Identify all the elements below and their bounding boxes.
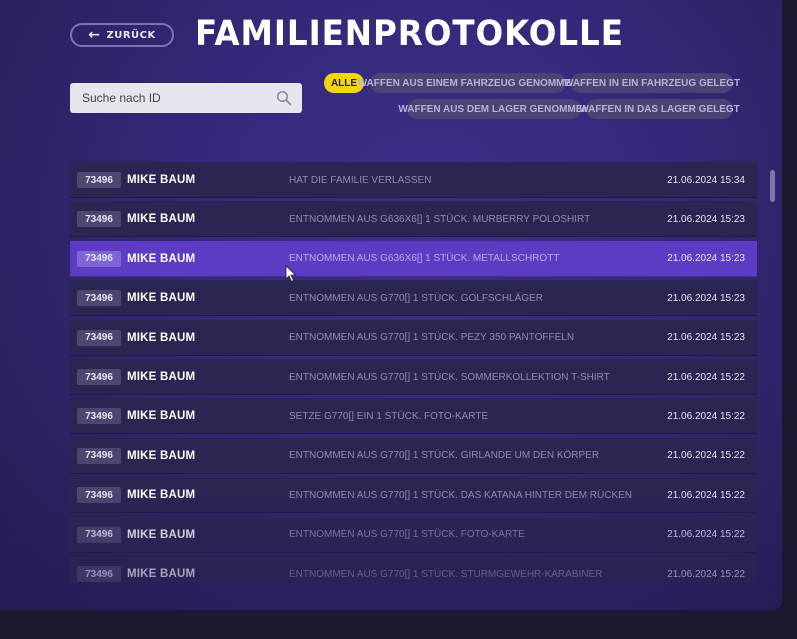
family-logs-panel: ← ZURÜCK FAMILIENPROTOKOLLE ALLE WAFFEN … xyxy=(0,0,782,610)
scrollbar[interactable] xyxy=(770,142,776,582)
player-name: MIKE BAUM xyxy=(127,252,196,265)
player-name: MIKE BAUM xyxy=(127,371,196,383)
player-id-badge: 73496 xyxy=(77,447,121,464)
player-id-badge: 73496 xyxy=(77,290,121,307)
player-name: MIKE BAUM xyxy=(127,213,196,226)
player-name: MIKE BAUM xyxy=(127,528,196,541)
log-row[interactable]: 73496 MIKE BAUM ENTNOMMEN AUS G636X6[] 1 S… xyxy=(70,201,757,238)
log-date: 21.06.2024 15:22 xyxy=(667,489,745,501)
search-input[interactable] xyxy=(80,90,276,106)
log-date: 21.06.2024 15:34 xyxy=(667,174,745,186)
search-box[interactable] xyxy=(70,83,302,113)
player-name: MIKE BAUM xyxy=(127,568,196,580)
log-row[interactable]: 73496 MIKE BAUM ENTNOMMEN AUS G770[] 1 STÜ… xyxy=(70,280,757,317)
log-row[interactable]: 73496 MIKE BAUM SETZE G770[] EIN 1 STÜCK. … xyxy=(70,398,757,435)
log-row[interactable]: 73496 MIKE BAUM HAT DIE FAMILIE VERLASSEN 2… xyxy=(70,162,757,198)
player-name: MIKE BAUM xyxy=(127,174,196,186)
log-date: 21.06.2024 15:22 xyxy=(667,371,745,383)
log-row[interactable]: 73496 MIKE BAUM ENTNOMMEN AUS G770[] 1 STÜ… xyxy=(70,437,757,474)
player-name: MIKE BAUM xyxy=(127,292,196,305)
log-row[interactable]: 73496 MIKE BAUM ENTNOMMEN AUS G770[] 1 STÜ… xyxy=(70,319,757,356)
log-action: HAT DIE FAMILIE VERLASSEN xyxy=(289,174,432,186)
log-action: ENTNOMMEN AUS G636X6[] 1 STÜCK. MURBERRY… xyxy=(289,213,591,225)
filter-chip-weapons-from-storage[interactable]: WAFFEN AUS DEM LAGER GENOMMEN xyxy=(398,99,590,119)
filter-chip-weapons-into-storage[interactable]: WAFFEN IN DAS LAGER GELEGT xyxy=(579,99,740,119)
log-date: 21.06.2024 15:22 xyxy=(667,568,745,580)
log-row[interactable]: 73496 MIKE BAUM ENTNOMMEN AUS G770[] 1 STÜ… xyxy=(70,359,757,395)
filter-chip-weapons-from-vehicle[interactable]: WAFFEN AUS EINEM FAHRZEUG GENOMMEN xyxy=(358,73,578,93)
log-action: ENTNOMMEN AUS G770[] 1 STÜCK. STURMGEWEH… xyxy=(289,568,603,580)
log-date: 21.06.2024 15:23 xyxy=(667,253,745,265)
player-id-badge: 73496 xyxy=(77,408,121,425)
log-date: 21.06.2024 15:22 xyxy=(667,410,745,422)
back-button-label: ZURÜCK xyxy=(106,29,156,41)
log-row[interactable]: 73496 MIKE BAUM ENTNOMMEN AUS G770[] 1 STÜ… xyxy=(70,477,757,514)
player-name: MIKE BAUM xyxy=(127,410,196,423)
log-action: ENTNOMMEN AUS G770[] 1 STÜCK. GOLFSCHLÄG… xyxy=(289,292,543,304)
player-id-badge: 73496 xyxy=(77,329,121,346)
scrollbar-thumb[interactable] xyxy=(770,170,775,202)
log-action: ENTNOMMEN AUS G770[] 1 STÜCK. SOMMERKOLL… xyxy=(289,371,610,383)
log-date: 21.06.2024 15:23 xyxy=(667,332,745,344)
player-name: MIKE BAUM xyxy=(127,449,196,462)
log-action: ENTNOMMEN AUS G770[] 1 STÜCK. DAS KATANA… xyxy=(289,489,633,501)
log-action: ENTNOMMEN AUS G770[] 1 STÜCK. GIRLANDE U… xyxy=(289,450,600,462)
search-icon[interactable] xyxy=(276,90,292,106)
log-row[interactable]: 73496 MIKE BAUM ENTNOMMEN AUS G636X6[] 1 S… xyxy=(70,240,757,277)
player-id-badge: 73496 xyxy=(77,526,121,543)
mouse-cursor-icon xyxy=(285,265,297,283)
arrow-left-icon: ← xyxy=(88,27,101,43)
log-list[interactable]: 73496 MIKE BAUM HAT DIE FAMILIE VERLASSEN 2… xyxy=(70,142,757,582)
log-action: ENTNOMMEN AUS G770[] 1 STÜCK. FOTO-KARTE xyxy=(289,529,525,541)
filter-chip-weapons-into-vehicle[interactable]: WAFFEN IN EIN FAHRZEUG GELEGT xyxy=(564,73,740,93)
log-action: ENTNOMMEN AUS G770[] 1 STÜCK. PEZY 350 P… xyxy=(289,332,575,344)
player-id-badge: 73496 xyxy=(77,172,121,188)
player-id-badge: 73496 xyxy=(77,250,121,267)
log-row[interactable]: 73496 MIKE BAUM ENTNOMMEN AUS G770[] 1 STÜ… xyxy=(70,556,757,582)
player-name: MIKE BAUM xyxy=(127,489,196,502)
player-id-badge: 73496 xyxy=(77,487,121,504)
player-name: MIKE BAUM xyxy=(127,331,196,344)
log-date: 21.06.2024 15:23 xyxy=(667,292,745,304)
log-date: 21.06.2024 15:22 xyxy=(667,529,745,541)
player-id-badge: 73496 xyxy=(77,566,121,582)
player-id-badge: 73496 xyxy=(77,211,121,228)
log-date: 21.06.2024 15:23 xyxy=(667,213,745,225)
page-title: FAMILIENPROTOKOLLE xyxy=(195,14,624,54)
log-row[interactable]: 73496 MIKE BAUM ENTNOMMEN AUS G770[] 1 STÜ… xyxy=(70,516,757,553)
player-id-badge: 73496 xyxy=(77,369,121,385)
log-action: ENTNOMMEN AUS G636X6[] 1 STÜCK. METALLSC… xyxy=(289,253,560,265)
log-action: SETZE G770[] EIN 1 STÜCK. FOTO-KARTE xyxy=(289,410,489,422)
log-date: 21.06.2024 15:22 xyxy=(667,450,745,462)
back-button[interactable]: ← ZURÜCK xyxy=(70,23,174,47)
